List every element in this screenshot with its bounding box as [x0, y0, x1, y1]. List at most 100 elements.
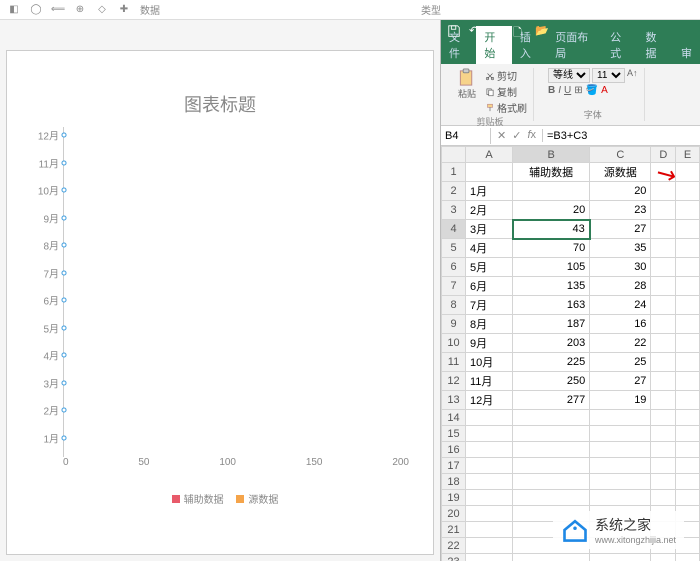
cell[interactable]: 6月: [466, 277, 513, 296]
row-header[interactable]: 9: [442, 315, 466, 334]
cell[interactable]: [651, 334, 676, 353]
row-header[interactable]: 22: [442, 538, 466, 554]
row-header[interactable]: 12: [442, 372, 466, 391]
cell[interactable]: [590, 538, 651, 554]
cell[interactable]: 源数据: [590, 163, 651, 182]
cell[interactable]: [651, 538, 676, 554]
plus-icon[interactable]: ✚: [118, 4, 130, 16]
fill-color-button[interactable]: 🪣: [586, 85, 598, 96]
cell[interactable]: [651, 296, 676, 315]
cell[interactable]: 10月: [466, 353, 513, 372]
name-box[interactable]: B4: [441, 128, 491, 144]
cell[interactable]: [676, 201, 700, 220]
cell[interactable]: 辅助数据: [513, 163, 590, 182]
cell[interactable]: 8月: [466, 315, 513, 334]
cut-button[interactable]: 剪切: [485, 68, 527, 83]
cell[interactable]: [590, 506, 651, 522]
cell[interactable]: [513, 474, 590, 490]
cell[interactable]: [466, 410, 513, 426]
row-header[interactable]: 18: [442, 474, 466, 490]
row-header[interactable]: 6: [442, 258, 466, 277]
cell[interactable]: [676, 490, 700, 506]
cell[interactable]: [466, 506, 513, 522]
format-painter-button[interactable]: 格式刷: [485, 100, 527, 115]
cell[interactable]: [590, 426, 651, 442]
cell[interactable]: 4月: [466, 239, 513, 258]
cell[interactable]: 16: [590, 315, 651, 334]
row-header[interactable]: 15: [442, 426, 466, 442]
cell[interactable]: [466, 458, 513, 474]
cell[interactable]: [590, 522, 651, 538]
border-button[interactable]: ⊞: [574, 85, 582, 96]
cell[interactable]: 11月: [466, 372, 513, 391]
diamond-icon[interactable]: ◇: [96, 4, 108, 16]
chart-title[interactable]: 图表标题: [27, 91, 413, 117]
cell[interactable]: [651, 522, 676, 538]
row-header[interactable]: 14: [442, 410, 466, 426]
cell[interactable]: [466, 426, 513, 442]
cell[interactable]: 20: [513, 201, 590, 220]
cell[interactable]: 135: [513, 277, 590, 296]
cell[interactable]: [513, 182, 590, 201]
fx-icon[interactable]: fx: [527, 129, 536, 142]
cell[interactable]: [651, 201, 676, 220]
row-header[interactable]: 21: [442, 522, 466, 538]
cell[interactable]: [590, 474, 651, 490]
cell[interactable]: [651, 410, 676, 426]
cell[interactable]: [590, 442, 651, 458]
row-header[interactable]: 11: [442, 353, 466, 372]
cell[interactable]: [466, 522, 513, 538]
cell[interactable]: [676, 372, 700, 391]
select-all-cell[interactable]: [442, 147, 466, 163]
formula-input[interactable]: =B3+C3: [543, 128, 700, 144]
cell[interactable]: 5月: [466, 258, 513, 277]
cell[interactable]: [651, 490, 676, 506]
font-name-select[interactable]: 等线: [548, 68, 590, 83]
cell[interactable]: 1月: [466, 182, 513, 201]
row-header[interactable]: 3: [442, 201, 466, 220]
cell[interactable]: 163: [513, 296, 590, 315]
cell[interactable]: [513, 554, 590, 561]
cell[interactable]: 25: [590, 353, 651, 372]
col-header[interactable]: D: [651, 147, 676, 163]
cell[interactable]: [513, 538, 590, 554]
cell[interactable]: 7月: [466, 296, 513, 315]
cell[interactable]: [676, 258, 700, 277]
filter-icon[interactable]: ◧: [8, 4, 20, 16]
cell[interactable]: 28: [590, 277, 651, 296]
cell[interactable]: [651, 182, 676, 201]
cell[interactable]: 12月: [466, 391, 513, 410]
cell[interactable]: [676, 474, 700, 490]
tab-review[interactable]: 审: [673, 42, 700, 64]
cell[interactable]: 187: [513, 315, 590, 334]
cell[interactable]: 225: [513, 353, 590, 372]
row-header[interactable]: 17: [442, 458, 466, 474]
cell[interactable]: [676, 239, 700, 258]
cell[interactable]: [676, 334, 700, 353]
cell[interactable]: [676, 426, 700, 442]
row-header[interactable]: 1: [442, 163, 466, 182]
paste-button[interactable]: 粘贴: [453, 68, 481, 100]
chart-plot[interactable]: [63, 127, 409, 457]
cell[interactable]: 23: [590, 201, 651, 220]
cell[interactable]: 35: [590, 239, 651, 258]
row-header[interactable]: 19: [442, 490, 466, 506]
cell[interactable]: [676, 182, 700, 201]
cell[interactable]: [513, 522, 590, 538]
cell[interactable]: 277: [513, 391, 590, 410]
cell[interactable]: [676, 220, 700, 239]
font-color-button[interactable]: A: [601, 85, 608, 96]
cell[interactable]: [676, 391, 700, 410]
cell[interactable]: [676, 353, 700, 372]
col-header[interactable]: E: [676, 147, 700, 163]
underline-button[interactable]: U: [564, 85, 571, 96]
cell[interactable]: [651, 554, 676, 561]
enter-icon[interactable]: ✓: [512, 129, 521, 142]
cell[interactable]: [651, 458, 676, 474]
cell[interactable]: [466, 538, 513, 554]
cell[interactable]: 105: [513, 258, 590, 277]
cell[interactable]: 27: [590, 220, 651, 239]
cell[interactable]: 2月: [466, 201, 513, 220]
chart-pane[interactable]: 图表标题 12月11月10月9月8月7月6月5月4月3月2月1月 0501001…: [6, 50, 434, 555]
cell[interactable]: [466, 442, 513, 458]
